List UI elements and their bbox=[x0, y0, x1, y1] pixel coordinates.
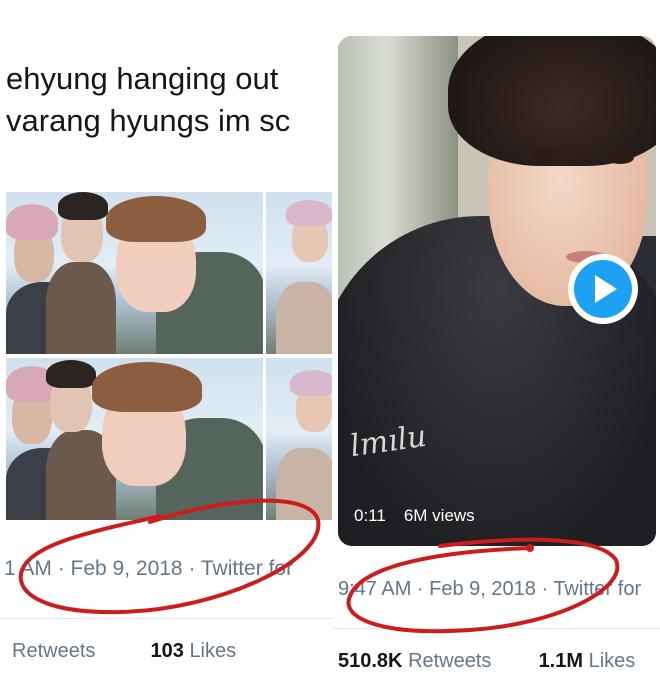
tweet-photo-top[interactable] bbox=[6, 192, 263, 354]
likes-link[interactable]: Likes bbox=[589, 650, 636, 672]
tweet-photo-bottom-right[interactable] bbox=[266, 358, 332, 520]
right-tweet-panel: lmılu 0:11 6M views 9:47 AM · Feb 9, 2018… bbox=[332, 0, 660, 680]
tweet-stats: 510.8K Retweets 1.1M Likes bbox=[338, 650, 635, 673]
tweet-text-line-1: ehyung hanging out bbox=[6, 61, 279, 96]
retweets-count[interactable]: 510.8K bbox=[338, 650, 403, 672]
tweet-text-line-2: varang hyungs im sc bbox=[6, 103, 291, 138]
timestamp-time: 1 AM bbox=[4, 557, 52, 580]
divider bbox=[0, 618, 332, 619]
left-tweet-panel: ehyung hanging out varang hyungs im sc 1… bbox=[0, 0, 332, 680]
tweet-photo-top-right[interactable] bbox=[266, 192, 332, 354]
tweet-stats: Retweets 103 Likes bbox=[12, 640, 236, 663]
retweets-link[interactable]: Retweets bbox=[408, 650, 491, 672]
likes-count[interactable]: 103 bbox=[151, 640, 184, 662]
play-icon bbox=[595, 275, 617, 303]
tweet-video[interactable]: lmılu 0:11 6M views bbox=[338, 36, 656, 546]
tweet-photo-bottom[interactable] bbox=[6, 358, 263, 520]
video-views: 6M views bbox=[403, 506, 475, 525]
video-info: 0:11 6M views bbox=[354, 506, 493, 526]
tweet-timestamp[interactable]: 9:47 AM · Feb 9, 2018 · Twitter for bbox=[338, 578, 641, 601]
tweet-text: ehyung hanging out varang hyungs im sc bbox=[6, 58, 332, 142]
retweets-link[interactable]: Retweets bbox=[12, 640, 95, 662]
likes-count[interactable]: 1.1M bbox=[539, 650, 583, 672]
tweet-timestamp[interactable]: 1 AM · Feb 9, 2018 · Twitter for bbox=[4, 557, 293, 581]
divider bbox=[332, 628, 660, 629]
video-duration: 0:11 bbox=[354, 506, 386, 525]
timestamp-date-source: · Feb 9, 2018 · Twitter for bbox=[51, 557, 294, 580]
play-button[interactable] bbox=[568, 254, 638, 324]
likes-link[interactable]: Likes bbox=[189, 640, 236, 662]
